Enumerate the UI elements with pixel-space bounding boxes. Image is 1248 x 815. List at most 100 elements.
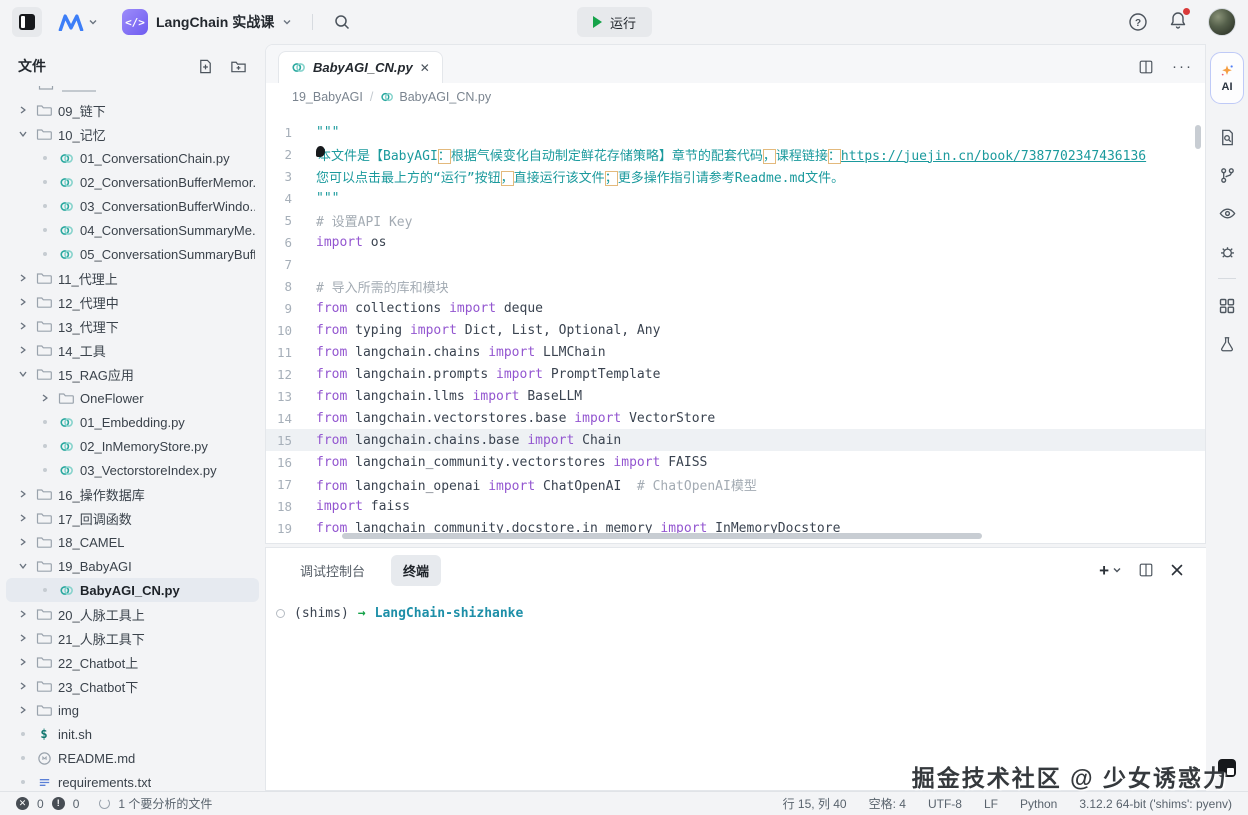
line-number[interactable]: 11 — [266, 345, 316, 360]
chevron-right-icon[interactable] — [16, 271, 30, 285]
line-number[interactable]: 18 — [266, 499, 316, 514]
new-file-icon[interactable] — [197, 58, 214, 75]
ai-assistant-button[interactable]: AI — [1210, 52, 1244, 104]
status-indent-setting[interactable]: 空格: 4 — [869, 795, 906, 812]
chevron-right-icon[interactable] — [16, 655, 30, 669]
chevron-right-icon[interactable] — [16, 343, 30, 357]
line-number[interactable]: 1 — [266, 125, 316, 140]
status-eol[interactable]: LF — [984, 797, 998, 811]
line-number[interactable]: 19 — [266, 521, 316, 536]
tree-file-row[interactable]: 03_VectorstoreIndex.py — [6, 458, 259, 482]
status-interpreter[interactable]: 3.12.2 64-bit ('shims': pyenv) — [1079, 797, 1232, 811]
line-number[interactable]: 13 — [266, 389, 316, 404]
tree-file-row[interactable]: BabyAGI_CN.py — [6, 578, 259, 602]
tree-folder-row[interactable]: 11_代理上 — [6, 266, 259, 290]
code-line[interactable]: 13from langchain.llms import BaseLLM — [266, 385, 1205, 407]
code-line[interactable]: 5# 设置API Key — [266, 209, 1205, 231]
tree-folder-row[interactable]: 10_记忆 — [6, 122, 259, 146]
line-number[interactable]: 5 — [266, 213, 316, 228]
extensions-icon[interactable] — [1206, 287, 1248, 325]
notifications-button[interactable] — [1168, 10, 1188, 35]
tree-file-row[interactable]: $init.sh — [6, 722, 259, 746]
app-logo-menu[interactable] — [58, 14, 98, 31]
tree-folder-row[interactable]: 13_代理下 — [6, 314, 259, 338]
code-line[interactable]: 10from typing import Dict, List, Optiona… — [266, 319, 1205, 341]
code-line[interactable]: 15from langchain.chains.base import Chai… — [266, 429, 1205, 451]
new-folder-icon[interactable] — [230, 58, 247, 75]
tree-folder-row[interactable]: img — [6, 698, 259, 722]
tree-folder-row[interactable]: 12_代理中 — [6, 290, 259, 314]
line-number[interactable]: 14 — [266, 411, 316, 426]
line-number[interactable]: 2 — [266, 147, 316, 162]
code-line[interactable]: 3您可以点击最上方的“运行”按钮，直接运行该文件；更多操作指引请参考Readme… — [266, 165, 1205, 187]
tree-folder-row[interactable]: 16_操作数据库 — [6, 482, 259, 506]
tree-file-row[interactable]: requirements.txt — [6, 770, 259, 791]
line-number[interactable]: 4 — [266, 191, 316, 206]
chevron-right-icon[interactable] — [16, 679, 30, 693]
code-line[interactable]: 4""" — [266, 187, 1205, 209]
chevron-down-icon[interactable] — [16, 367, 30, 381]
line-number[interactable]: 15 — [266, 433, 316, 448]
tree-folder-row[interactable]: 22_Chatbot上 — [6, 650, 259, 674]
line-number[interactable]: 16 — [266, 455, 316, 470]
status-encoding[interactable]: UTF-8 — [928, 797, 962, 811]
chevron-down-icon[interactable] — [16, 127, 30, 141]
tree-file-row[interactable]: README.md — [6, 746, 259, 770]
tree-file-row[interactable]: 02_InMemoryStore.py — [6, 434, 259, 458]
chevron-right-icon[interactable] — [16, 631, 30, 645]
code-line[interactable]: 2本文件是【BabyAGI：根据气候变化自动制定鲜花存储策略】章节的配套代码，课… — [266, 143, 1205, 165]
tree-file-row[interactable]: 04_ConversationSummaryMe... — [6, 218, 259, 242]
close-panel-icon[interactable] — [1170, 563, 1184, 577]
code-line[interactable]: 7 — [266, 253, 1205, 275]
line-number[interactable]: 6 — [266, 235, 316, 250]
tree-folder-row[interactable]: 09_链下 — [6, 98, 259, 122]
tree-folder-row[interactable]: 21_人脉工具下 — [6, 626, 259, 650]
tree-file-row[interactable]: 03_ConversationBufferWindo... — [6, 194, 259, 218]
code-line[interactable]: 9from collections import deque — [266, 297, 1205, 319]
line-number[interactable]: 9 — [266, 301, 316, 316]
line-number[interactable]: 8 — [266, 279, 316, 294]
tree-file-row[interactable]: 02_ConversationBufferMemor... — [6, 170, 259, 194]
chevron-down-icon[interactable] — [16, 559, 30, 573]
chevron-right-icon[interactable] — [16, 487, 30, 501]
tree-file-row[interactable]: 01_Embedding.py — [6, 410, 259, 434]
code-line[interactable]: 17from langchain_openai import ChatOpenA… — [266, 473, 1205, 495]
breadcrumb-folder[interactable]: 19_BabyAGI — [292, 90, 363, 104]
code-line[interactable]: 8# 导入所需的库和模块 — [266, 275, 1205, 297]
code-line[interactable]: 1""" — [266, 121, 1205, 143]
chevron-right-icon[interactable] — [16, 295, 30, 309]
close-icon[interactable]: ✕ — [420, 62, 430, 74]
debug-icon[interactable] — [1206, 232, 1248, 270]
tree-file-row[interactable]: 05_ConversationSummaryBuff... — [6, 242, 259, 266]
code-line[interactable]: 16from langchain_community.vectorstores … — [266, 451, 1205, 473]
user-avatar[interactable] — [1208, 8, 1236, 36]
new-terminal-button[interactable]: + — [1099, 562, 1122, 579]
tab-terminal[interactable]: 终端 — [391, 555, 441, 586]
tree-file-row[interactable]: 01_ConversationChain.py — [6, 146, 259, 170]
project-selector[interactable]: </> LangChain 实战课 — [122, 9, 292, 35]
tab-babyagi-cn[interactable]: BabyAGI_CN.py ✕ — [278, 51, 443, 83]
code-line[interactable]: 12from langchain.prompts import PromptTe… — [266, 363, 1205, 385]
tree-folder-row[interactable]: 19_BabyAGI — [6, 554, 259, 578]
chevron-right-icon[interactable] — [38, 391, 52, 405]
status-language-mode[interactable]: Python — [1020, 797, 1057, 811]
file-search-icon[interactable] — [1206, 118, 1248, 156]
chevron-right-icon[interactable] — [16, 319, 30, 333]
breadcrumb-file[interactable]: BabyAGI_CN.py — [380, 90, 491, 104]
tree-folder-row[interactable]: 14_工具 — [6, 338, 259, 362]
code-line[interactable]: 14from langchain.vectorstores.base impor… — [266, 407, 1205, 429]
line-number[interactable]: 12 — [266, 367, 316, 382]
sidebar-toggle-button[interactable] — [12, 7, 42, 37]
tree-folder-row[interactable]: 17_回调函数 — [6, 506, 259, 530]
line-number[interactable]: 10 — [266, 323, 316, 338]
split-terminal-icon[interactable] — [1138, 562, 1154, 578]
chevron-right-icon[interactable] — [16, 535, 30, 549]
chevron-right-icon[interactable] — [16, 103, 30, 117]
tree-folder-row[interactable]: 18_CAMEL — [6, 530, 259, 554]
chevron-right-icon[interactable] — [16, 703, 30, 717]
tree-folder-row[interactable]: 23_Chatbot下 — [6, 674, 259, 698]
code-line[interactable]: 11from langchain.chains import LLMChain — [266, 341, 1205, 363]
line-number[interactable]: 3 — [266, 169, 316, 184]
vertical-scrollbar[interactable] — [1195, 125, 1201, 149]
code-line[interactable]: 6import os — [266, 231, 1205, 253]
